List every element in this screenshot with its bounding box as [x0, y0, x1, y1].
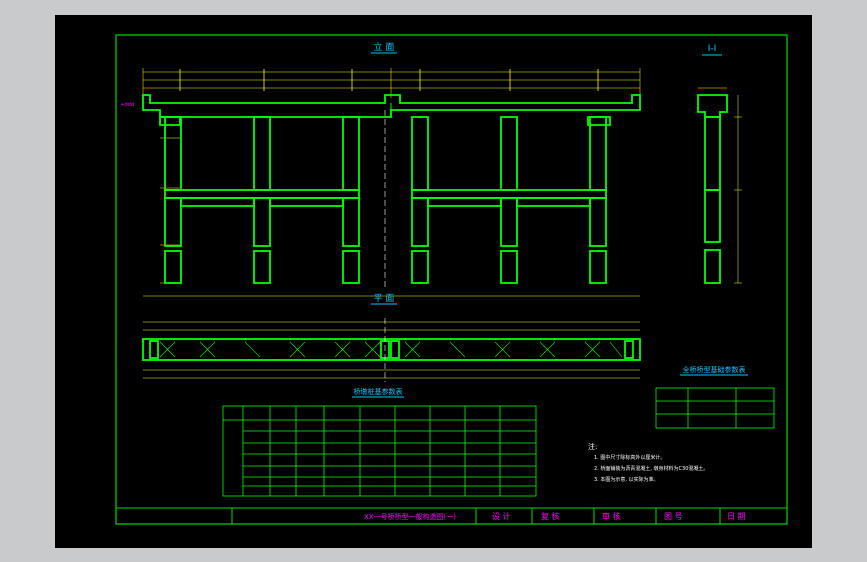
bearing-table-title: 全桥桥型基础参数表 [683, 365, 746, 374]
note-3: 3. 本图为示意, 以实际为准。 [594, 476, 659, 483]
pier-table-title: 桥墩桩基参数表 [354, 387, 403, 396]
date-label: 日 期 [727, 512, 746, 521]
notes-heading: 注: [588, 442, 597, 451]
approve-label: 审 核 [602, 511, 621, 521]
cad-drawing-viewport: 立 面 +ddd I-I 平 面 桥墩桩基参数表 全桥桥型基础参数表 注: 1.… [0, 0, 867, 562]
section-title: I-I [708, 44, 717, 54]
drawing-no-label: 图 号 [664, 512, 683, 521]
plan-title: 平 面 [374, 293, 395, 304]
svg-text:+ddd: +ddd [120, 102, 134, 108]
drawing-name: XX一号桥桥型一般构造图(一) [364, 512, 456, 521]
review-label: 复 核 [541, 511, 560, 521]
elevation-title: 立 面 [374, 41, 395, 53]
note-1: 1. 图中尺寸除标高外以厘米计。 [594, 454, 665, 461]
note-2: 2. 桥面铺装为沥青混凝土, 墩身材料为C30混凝土。 [594, 465, 708, 472]
design-label: 设 计 [492, 511, 511, 521]
